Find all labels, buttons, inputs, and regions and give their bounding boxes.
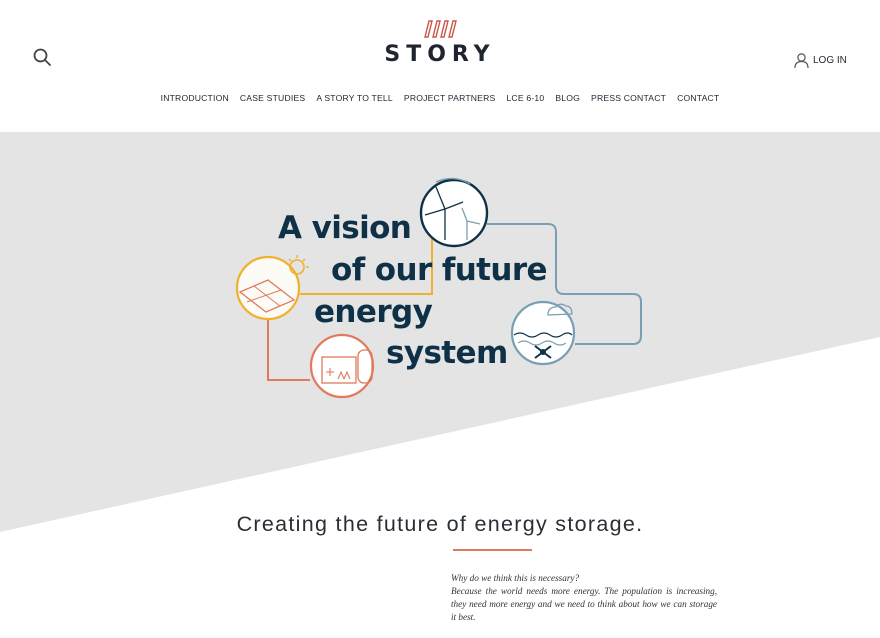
- nav-item-blog[interactable]: BLOG: [555, 93, 580, 103]
- wind-turbine-icon: [419, 177, 489, 248]
- user-icon: [794, 53, 809, 69]
- intro-text: Why do we think this is necessary? Becau…: [451, 572, 717, 624]
- hero-banner: A vision of our future energy system: [0, 132, 880, 542]
- nav-item-lce-6-10[interactable]: LCE 6-10: [506, 93, 544, 103]
- nav-item-introduction[interactable]: INTRODUCTION: [161, 93, 229, 103]
- login-label: LOG IN: [813, 55, 847, 66]
- logo-wordmark[interactable]: STORY: [380, 42, 500, 67]
- search-icon[interactable]: [32, 47, 52, 67]
- tagline-heading: Creating the future of energy storage.: [236, 512, 644, 536]
- site-header: STORY LOG IN INTRODUCTION CASE STUDIES A…: [0, 0, 880, 132]
- hero-title-line-1: A vision: [278, 210, 412, 246]
- energy-storage-icon: [309, 333, 375, 399]
- intro-question: Why do we think this is necessary?: [451, 573, 580, 583]
- hydro-turbine-icon: [510, 300, 576, 366]
- main-nav: INTRODUCTION CASE STUDIES A STORY TO TEL…: [0, 93, 880, 103]
- login-link[interactable]: LOG IN: [793, 52, 847, 69]
- nav-item-contact[interactable]: CONTACT: [677, 93, 719, 103]
- story-logo-icon[interactable]: [422, 19, 458, 39]
- nav-item-project-partners[interactable]: PROJECT PARTNERS: [404, 93, 496, 103]
- hero-title-line-3: energy: [314, 294, 433, 330]
- nav-item-a-story-to-tell[interactable]: A STORY TO TELL: [316, 93, 393, 103]
- nav-item-press-contact[interactable]: PRESS CONTACT: [591, 93, 666, 103]
- intro-answer: Because the world needs more energy. The…: [451, 586, 717, 622]
- nav-item-case-studies[interactable]: CASE STUDIES: [240, 93, 305, 103]
- hero-title-line-2: of our future: [331, 252, 548, 288]
- accent-divider: [453, 549, 532, 551]
- hero-title-line-4: system: [386, 335, 508, 371]
